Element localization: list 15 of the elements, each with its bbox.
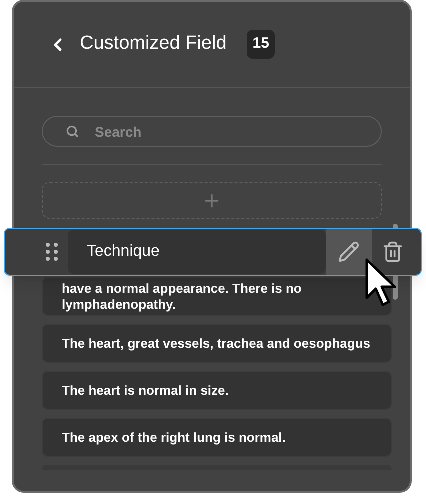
- dragged-item[interactable]: Technique: [4, 228, 422, 276]
- list-item[interactable]: have a normal appearance. There is no lymphadenopathy.: [42, 277, 392, 316]
- trash-icon: [382, 241, 404, 263]
- search-field[interactable]: Search: [42, 116, 382, 147]
- drag-handle-icon: [46, 243, 58, 261]
- count-badge: 15: [246, 30, 276, 59]
- pencil-icon: [338, 241, 360, 263]
- panel-title: Customized Field: [80, 32, 227, 56]
- list-item[interactable]: The heart is normal in size.: [42, 371, 392, 410]
- add-field-button[interactable]: [42, 182, 382, 219]
- list-item[interactable]: The apex of the right lung is normal.: [42, 418, 392, 457]
- search-icon: [66, 125, 79, 138]
- field-name-input[interactable]: Technique: [68, 230, 326, 274]
- edit-button[interactable]: [326, 229, 372, 275]
- list-item[interactable]: The heart, great vessels, trachea and oesophagus: [42, 324, 392, 363]
